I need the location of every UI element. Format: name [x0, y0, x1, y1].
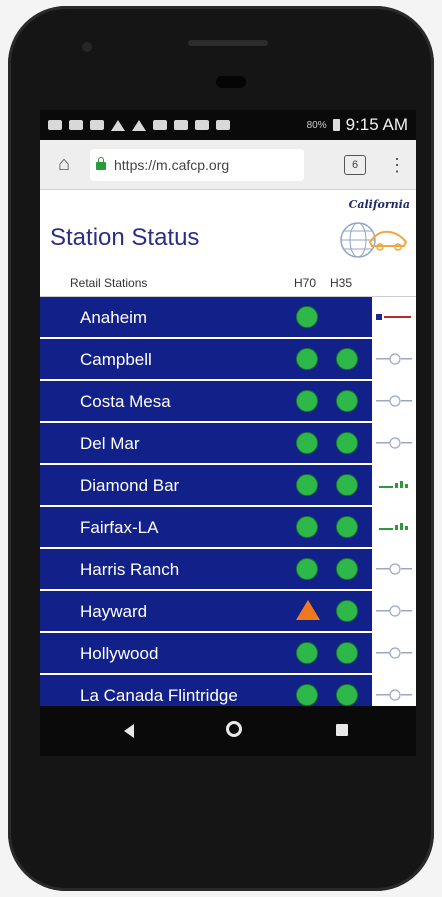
- station-row[interactable]: Harris Ranch: [40, 549, 416, 591]
- speaker-grille: [188, 40, 268, 46]
- station-row[interactable]: Hayward: [40, 591, 416, 633]
- signal-icon: [216, 120, 230, 130]
- cafcp-logo: [340, 222, 408, 258]
- station-row[interactable]: Hollywood: [40, 633, 416, 675]
- station-name: La Canada Flintridge: [80, 686, 238, 705]
- truezero-logo-icon: [372, 591, 416, 631]
- clock: 9:15 AM: [345, 115, 408, 134]
- home-icon[interactable]: [226, 721, 242, 737]
- h70-available-icon: [296, 474, 318, 496]
- h35-available-icon: [336, 558, 358, 580]
- warning-icon-2: [132, 119, 146, 131]
- station-row[interactable]: Costa Mesa: [40, 381, 416, 423]
- h70-available-icon: [296, 306, 318, 328]
- station-name: Fairfax-LA: [80, 518, 159, 537]
- h70-available-icon: [296, 516, 318, 538]
- url-field[interactable]: https://m.cafcp.org: [90, 148, 304, 181]
- home-button[interactable]: ⌂: [50, 153, 78, 176]
- air-liquide-logo-icon: [372, 297, 416, 337]
- h35-available-icon: [336, 516, 358, 538]
- station-row[interactable]: Del Mar: [40, 423, 416, 465]
- warning-icon: [111, 119, 125, 131]
- station-name: Hollywood: [80, 644, 159, 663]
- browser-toolbar: ⌂ https://m.cafcp.org 6 ⋮: [40, 140, 416, 190]
- h70-available-icon: [296, 558, 318, 580]
- col-h70: H70: [294, 276, 317, 290]
- column-header: Retail Stations H70 H35: [40, 270, 416, 297]
- android-nav-bar: [40, 706, 416, 756]
- station-name: Campbell: [80, 350, 152, 369]
- truezero-logo-icon: [372, 423, 416, 463]
- h35-available-icon: [336, 600, 358, 622]
- station-name: Diamond Bar: [80, 476, 180, 495]
- recents-icon[interactable]: [336, 724, 348, 736]
- phone-frame: 80% 9:15 AM ⌂ https://m.cafcp.org 6 ⋮ St…: [8, 6, 434, 891]
- message-icon: [48, 120, 62, 130]
- h70-available-icon: [296, 684, 318, 706]
- station-name: Del Mar: [80, 434, 140, 453]
- h70-available-icon: [296, 390, 318, 412]
- status-bar: 80% 9:15 AM: [40, 110, 416, 140]
- email-icon: [69, 120, 83, 130]
- station-name: Harris Ranch: [80, 560, 180, 579]
- page-header: Station Status California: [40, 190, 416, 270]
- station-name: Costa Mesa: [80, 392, 171, 411]
- overflow-menu-button[interactable]: ⋮: [388, 156, 406, 174]
- station-name: Hayward: [80, 602, 148, 621]
- truezero-logo-icon: [372, 339, 416, 379]
- station-name: Anaheim: [80, 308, 148, 327]
- h35-available-icon: [336, 432, 358, 454]
- h70-available-icon: [296, 432, 318, 454]
- front-camera: [82, 42, 92, 52]
- h70-limited-icon: [296, 600, 320, 620]
- h35-available-icon: [336, 348, 358, 370]
- page-title: Station Status: [50, 224, 200, 251]
- wifi-icon: [195, 120, 209, 130]
- station-row[interactable]: Diamond Bar: [40, 465, 416, 507]
- station-row[interactable]: Anaheim: [40, 297, 416, 339]
- battery-percent: 80%: [306, 119, 327, 131]
- truezero-logo-icon: [372, 381, 416, 421]
- screen: 80% 9:15 AM ⌂ https://m.cafcp.org 6 ⋮ St…: [40, 110, 416, 756]
- operator-logo-icon: [372, 465, 416, 505]
- h35-available-icon: [336, 684, 358, 706]
- h35-available-icon: [336, 390, 358, 412]
- truezero-logo-icon: [372, 549, 416, 589]
- tab-switcher-button[interactable]: 6: [344, 154, 366, 175]
- mute-icon: [174, 120, 188, 130]
- battery-icon: [332, 119, 340, 131]
- earpiece: [216, 76, 246, 88]
- h35-available-icon: [336, 474, 358, 496]
- operator-logo-icon: [372, 507, 416, 547]
- col-retail-stations: Retail Stations: [70, 276, 148, 290]
- notification-icons: [48, 119, 307, 131]
- h70-available-icon: [296, 642, 318, 664]
- h70-available-icon: [296, 348, 318, 370]
- station-list: Anaheim Campbell Costa Mesa Del Mar Diamond …: [40, 297, 416, 756]
- wrench-icon: [90, 120, 104, 130]
- truezero-logo-icon: [372, 633, 416, 673]
- nfc-icon: [153, 120, 167, 130]
- lock-icon: [96, 156, 106, 170]
- col-h35: H35: [330, 276, 353, 290]
- url-text: https://m.cafcp.org: [114, 156, 230, 173]
- station-row[interactable]: Campbell: [40, 339, 416, 381]
- back-icon[interactable]: [124, 724, 134, 738]
- h35-available-icon: [336, 642, 358, 664]
- station-row[interactable]: Fairfax-LA: [40, 507, 416, 549]
